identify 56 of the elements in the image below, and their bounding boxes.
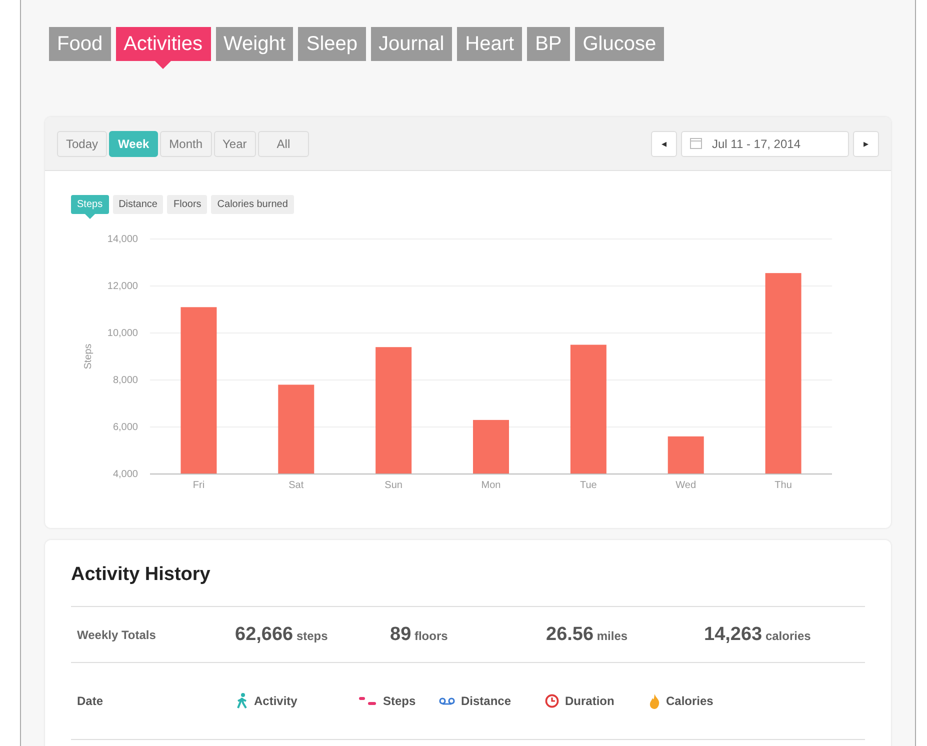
x-tick-label: Sun xyxy=(384,480,402,491)
period-button[interactable]: Month xyxy=(160,130,212,156)
y-tick-label: 6,000 xyxy=(112,422,138,433)
category-tab[interactable]: BP xyxy=(527,27,570,61)
column-header: Date xyxy=(77,694,104,708)
flame-icon xyxy=(649,694,660,708)
metric-tab[interactable]: Steps xyxy=(71,195,109,214)
footprints-icon xyxy=(359,696,377,706)
tab-pointer xyxy=(155,61,172,69)
x-tick-label: Wed xyxy=(676,480,696,491)
x-tick-label: Tue xyxy=(580,480,597,491)
metric-tab[interactable]: Distance xyxy=(112,195,164,214)
x-tick-label: Fri xyxy=(192,480,205,491)
category-tab[interactable]: Glucose xyxy=(574,27,664,61)
total-value: 14,263 calories xyxy=(704,624,811,646)
category-tab[interactable]: Activities xyxy=(116,27,210,61)
x-tick-label: Sat xyxy=(288,480,304,491)
y-tick-label: 4,000 xyxy=(112,469,138,480)
tab-pointer xyxy=(84,214,95,219)
column-header: Duration xyxy=(565,694,614,708)
bar xyxy=(473,420,509,474)
period-button[interactable]: All xyxy=(258,130,310,156)
y-axis-label: Steps xyxy=(83,344,94,370)
y-tick-label: 8,000 xyxy=(112,375,138,386)
bar xyxy=(668,436,704,474)
y-tick-label: 10,000 xyxy=(107,328,138,339)
section-title: Activity History xyxy=(71,540,865,607)
metric-tab[interactable]: Calories burned xyxy=(211,195,294,214)
column-header: Activity xyxy=(254,694,298,708)
next-button[interactable]: ▸ xyxy=(853,130,879,156)
column-header: Calories xyxy=(666,694,714,708)
y-tick-label: 14,000 xyxy=(107,234,138,245)
total-value: 89 floors xyxy=(390,624,449,646)
period-button[interactable]: Today xyxy=(57,130,108,156)
clock-icon xyxy=(545,694,559,708)
x-tick-label: Thu xyxy=(774,480,792,491)
totals-label: Weekly Totals xyxy=(77,628,157,642)
column-header: Steps xyxy=(383,694,416,708)
x-tick-label: Mon xyxy=(481,480,501,491)
category-tab[interactable]: Food xyxy=(49,27,111,61)
y-tick-label: 12,000 xyxy=(107,281,138,292)
total-value: 62,666 steps xyxy=(235,624,329,646)
metric-tab[interactable]: Floors xyxy=(167,195,208,214)
route-icon xyxy=(439,696,455,706)
calendar-icon xyxy=(690,138,702,149)
date-range-field[interactable]: Jul 11 - 17, 2014 xyxy=(681,130,849,156)
category-tab[interactable]: Journal xyxy=(370,27,452,61)
period-button[interactable]: Week xyxy=(109,130,158,156)
period-button[interactable]: Year xyxy=(214,130,256,156)
category-tab[interactable]: Heart xyxy=(457,27,522,61)
category-tab[interactable]: Sleep xyxy=(298,27,366,61)
column-header: Distance xyxy=(461,694,512,708)
category-tab[interactable]: Weight xyxy=(216,27,294,61)
total-value: 26.56 miles xyxy=(546,624,629,646)
previous-button[interactable]: ◂ xyxy=(651,130,677,156)
walking-figure-icon xyxy=(237,693,248,709)
